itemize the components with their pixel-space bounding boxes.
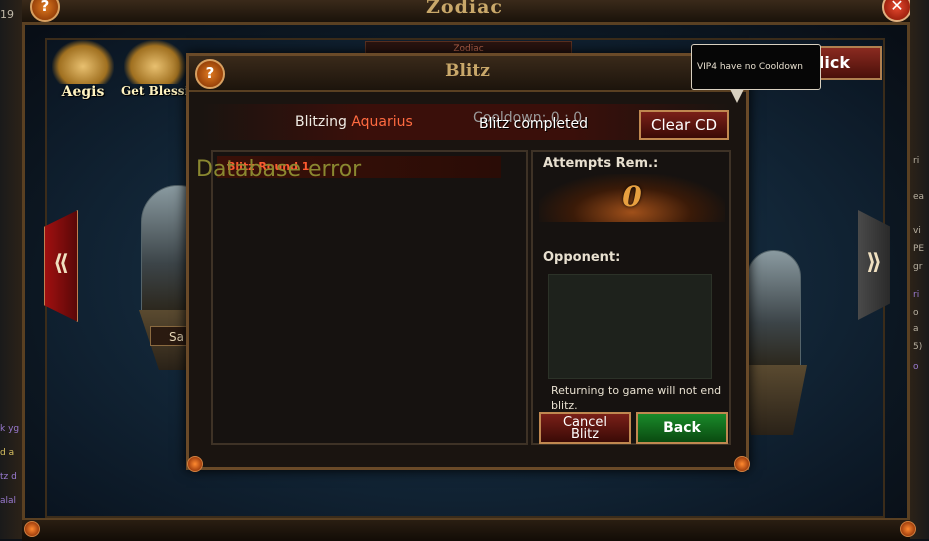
left-edge-text: 19 — [0, 8, 14, 21]
blitz-help-button[interactable]: ? — [195, 59, 225, 89]
clear-cd-button[interactable]: Clear CD — [639, 110, 729, 140]
aegis-button[interactable]: Aegis — [48, 40, 118, 100]
corner-gem-icon — [24, 521, 40, 537]
left-edge-text: d a — [0, 448, 15, 458]
attempts-value: 0 — [622, 180, 642, 213]
warning-text: Returning to game will not end blitz. — [551, 384, 722, 412]
get-blessing-label: Get Blessi — [121, 84, 189, 98]
zodiac-bottom-bar — [22, 518, 910, 541]
left-edge-panel — [0, 0, 22, 539]
previous-sign-button[interactable]: ⟪ — [44, 210, 78, 322]
right-edge-text: PE — [913, 244, 925, 254]
aegis-wings-icon — [52, 40, 114, 84]
database-error-message: Database error — [196, 157, 362, 182]
blitzing-target: Aquarius — [351, 114, 413, 130]
right-edge-text: o — [913, 362, 919, 372]
attempts-display: 0 — [539, 174, 725, 222]
opponent-label: Opponent: — [543, 250, 621, 265]
blitzing-prefix: Blitzing — [295, 114, 352, 130]
next-sign-button[interactable]: ⟫ — [858, 210, 890, 320]
back-button[interactable]: Back — [636, 412, 728, 444]
blitz-rounds-panel: Blitz Round 1 — [211, 150, 528, 445]
blitz-dialog: Blitz ? Blitzing Aquarius Cooldown: 0 : … — [186, 53, 750, 472]
blitz-title: Blitz — [445, 61, 490, 81]
right-edge-text: 5) — [913, 342, 923, 352]
aegis-label: Aegis — [61, 84, 105, 100]
left-edge-text: alal — [0, 496, 17, 506]
right-edge-text: o — [913, 308, 919, 318]
chevron-right-icon: ⟫ — [866, 250, 882, 275]
right-edge-text: vi — [913, 226, 921, 236]
blitz-title-bar: Blitz ? — [189, 56, 746, 92]
right-edge-text: ea — [913, 192, 925, 202]
get-blessing-button[interactable]: Get Blessi — [121, 40, 189, 98]
chevron-left-icon: ⟪ — [53, 251, 69, 276]
corner-gem-icon — [187, 456, 203, 472]
right-edge-text: gr — [913, 262, 923, 272]
tooltip-tail — [730, 89, 744, 103]
zodiac-title: Zodiac — [426, 0, 503, 18]
right-edge-text: a — [913, 324, 919, 334]
corner-gem-icon — [734, 456, 750, 472]
vip-tooltip: VIP4 have no Cooldown — [691, 44, 821, 90]
attempts-label: Attempts Rem.: — [543, 156, 659, 171]
right-edge-text: ri — [913, 290, 920, 300]
opponent-portrait — [548, 274, 712, 379]
blitzing-status: Blitzing Aquarius — [295, 114, 413, 130]
cancel-label-line2: Blitz — [570, 427, 600, 442]
cancel-blitz-button[interactable]: Cancel Blitz — [539, 412, 631, 444]
left-edge-text: tz d — [0, 472, 17, 482]
zodiac-title-bar: Zodiac — [0, 0, 929, 24]
blitz-completed-text: Blitz completed — [479, 116, 588, 132]
left-edge-text: k yg — [0, 424, 20, 434]
blitz-side-panel: Attempts Rem.: 0 Opponent: Returning to … — [531, 150, 731, 445]
corner-gem-icon — [900, 521, 916, 537]
blessing-wings-icon — [124, 40, 186, 84]
right-edge-text: ri — [913, 156, 920, 166]
